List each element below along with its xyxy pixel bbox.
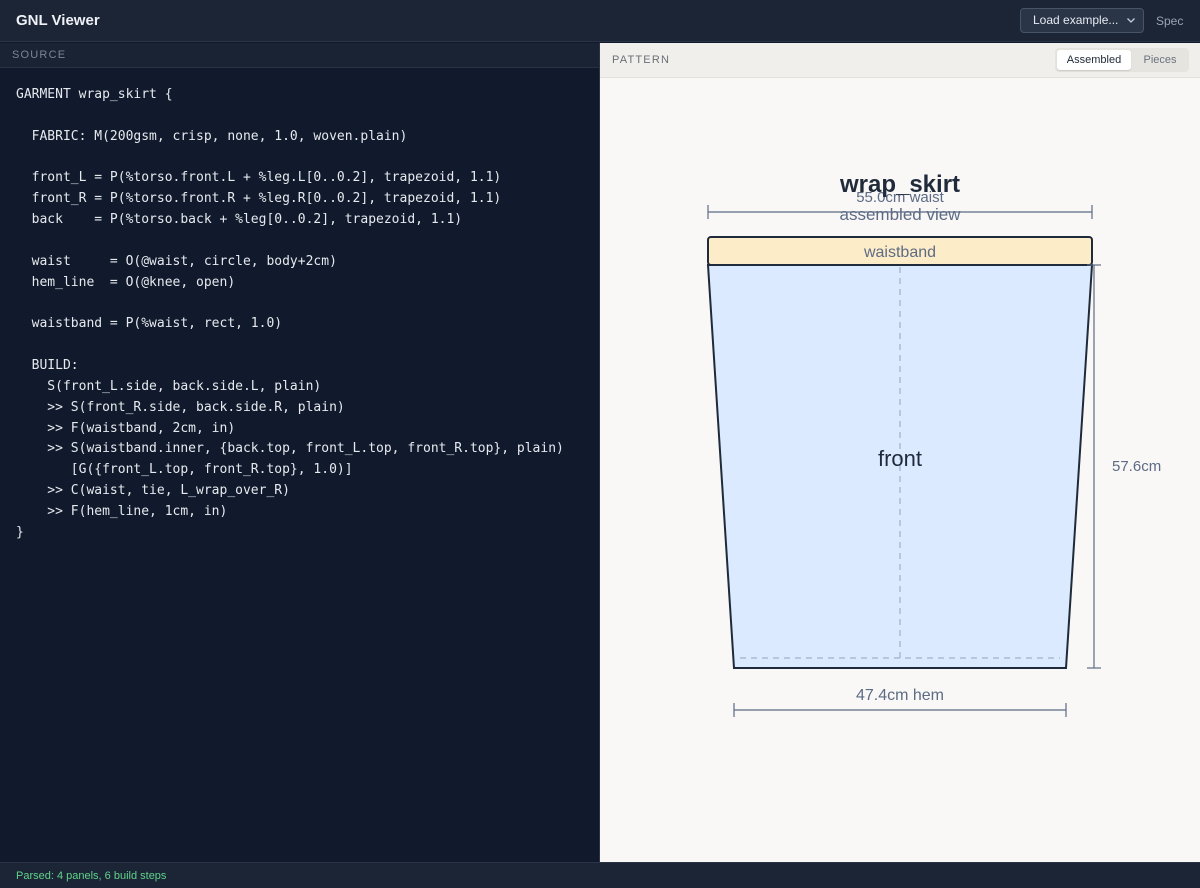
parse-status: Parsed: 4 panels, 6 build steps: [16, 870, 167, 882]
view-mode-toggle: Assembled Pieces: [1055, 48, 1189, 72]
garment-title: wrap_skirt: [839, 171, 960, 198]
height-dimension-label: 57.6cm: [1112, 458, 1161, 475]
load-example-label: Load example...: [1033, 13, 1119, 27]
load-example-select[interactable]: Load example...: [1020, 8, 1144, 33]
pattern-pane: PATTERN Assembled Pieces 55.0cm waist as…: [600, 43, 1200, 862]
spec-link[interactable]: Spec: [1156, 14, 1183, 28]
hem-dimension: [733, 703, 1067, 717]
source-header: SOURCE: [0, 43, 599, 68]
hem-dimension-label: 47.4cm hem: [856, 687, 944, 704]
pieces-tab[interactable]: Pieces: [1133, 50, 1187, 70]
app-title: GNL Viewer: [16, 12, 100, 29]
pattern-header-label: PATTERN: [612, 54, 671, 66]
source-code-editor[interactable]: GARMENT wrap_skirt { FABRIC: M(200gsm, c…: [16, 85, 564, 544]
front-panel-label: front: [878, 446, 922, 471]
assembled-tab[interactable]: Assembled: [1057, 50, 1131, 70]
source-pane: SOURCE GARMENT wrap_skirt { FABRIC: M(20…: [0, 43, 600, 862]
pattern-header: PATTERN Assembled Pieces: [600, 43, 1200, 78]
top-bar: GNL Viewer Load example... Spec: [0, 0, 1200, 42]
source-header-label: SOURCE: [12, 49, 67, 61]
pattern-subtitle: assembled view: [840, 205, 962, 224]
chevron-down-icon: [1127, 18, 1135, 23]
pattern-canvas: 55.0cm waist assembled view wrap_skirt w…: [706, 171, 1161, 717]
status-bar: Parsed: 4 panels, 6 build steps: [0, 862, 1200, 888]
waistband-label: waistband: [863, 244, 936, 261]
